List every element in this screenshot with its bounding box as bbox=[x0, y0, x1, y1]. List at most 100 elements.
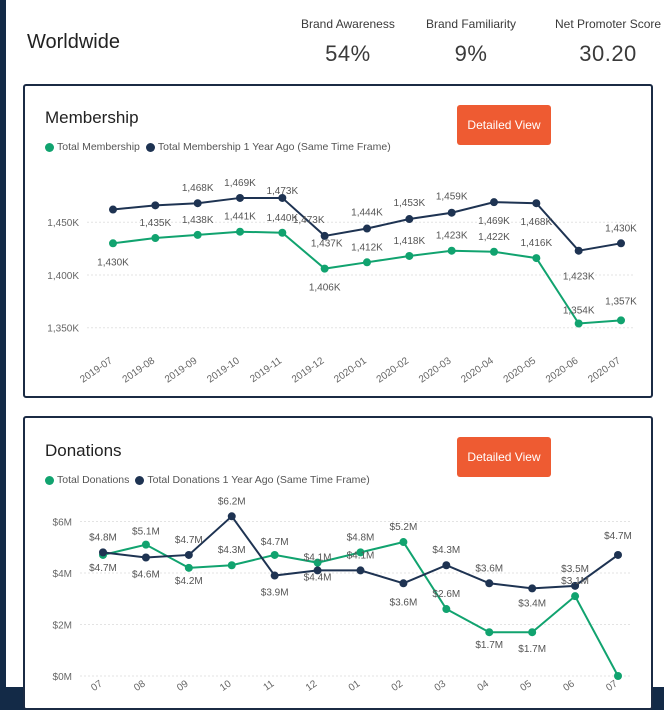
data-label: $3.9M bbox=[261, 588, 289, 599]
x-tick-label: 2019-09 bbox=[163, 355, 200, 385]
data-point bbox=[442, 605, 451, 614]
x-tick-label: 2019-12 bbox=[290, 355, 327, 385]
x-tick-label: 2019-11 bbox=[248, 355, 284, 385]
data-label: 1,430K bbox=[97, 257, 129, 268]
data-label: $4.7M bbox=[89, 563, 117, 574]
data-point bbox=[485, 628, 494, 637]
y-tick-label: 1,350K bbox=[47, 324, 79, 335]
data-point bbox=[528, 584, 537, 593]
data-label: $3.5M bbox=[561, 564, 589, 575]
y-tick-label: 1,450K bbox=[47, 218, 79, 229]
data-point bbox=[485, 579, 494, 588]
x-tick-label: 04 bbox=[476, 678, 492, 694]
data-label: $1.7M bbox=[518, 644, 546, 655]
dashboard: Worldwide Brand Awareness 54% Brand Fami… bbox=[6, 0, 664, 710]
data-label: 1,423K bbox=[436, 231, 468, 242]
data-point bbox=[151, 234, 160, 243]
data-label: 1,459K bbox=[436, 192, 468, 203]
data-point bbox=[109, 239, 117, 248]
region-title: Worldwide bbox=[27, 31, 120, 53]
data-label: $4.3M bbox=[218, 545, 246, 556]
data-label: $4.7M bbox=[261, 537, 289, 548]
data-point bbox=[399, 579, 408, 588]
data-label: $4.4M bbox=[304, 573, 332, 584]
data-point bbox=[227, 561, 236, 570]
data-label: $3.4M bbox=[518, 598, 546, 609]
data-point bbox=[151, 201, 160, 210]
data-label: $3.1M bbox=[561, 576, 589, 587]
data-label: 1,453K bbox=[393, 198, 425, 209]
data-label: 1,473K bbox=[266, 186, 298, 197]
data-point bbox=[405, 215, 414, 224]
data-point bbox=[490, 247, 498, 256]
kpi-brand-familiarity: Brand Familiarity 9% bbox=[426, 17, 516, 67]
data-point bbox=[447, 208, 456, 217]
kpi-value: 9% bbox=[454, 41, 488, 66]
data-point bbox=[193, 230, 202, 239]
data-point bbox=[363, 258, 371, 267]
data-label: 1,412K bbox=[351, 242, 383, 253]
data-label: 1,416K bbox=[520, 238, 552, 249]
data-point bbox=[278, 228, 287, 237]
data-point bbox=[184, 563, 193, 572]
data-point bbox=[363, 224, 371, 233]
data-point bbox=[99, 548, 107, 557]
data-point bbox=[141, 553, 150, 562]
data-label: $1.7M bbox=[475, 640, 503, 651]
kpi-label: Brand Awareness bbox=[301, 17, 395, 31]
data-label: 1,468K bbox=[182, 183, 214, 194]
data-point bbox=[320, 264, 329, 273]
x-tick-label: 03 bbox=[433, 678, 449, 694]
data-label: 1,430K bbox=[605, 223, 637, 234]
y-tick-label: 1,400K bbox=[47, 271, 79, 282]
data-label: 1,444K bbox=[351, 208, 383, 219]
data-point bbox=[614, 672, 622, 680]
data-point bbox=[442, 561, 451, 570]
x-tick-label: 2019-10 bbox=[205, 355, 242, 385]
data-label: $4.3M bbox=[432, 545, 460, 556]
data-point bbox=[574, 246, 583, 255]
data-label: 1,422K bbox=[478, 232, 510, 243]
membership-card: Membership Detailed View Total Membershi… bbox=[23, 84, 653, 398]
kpi-label: Brand Familiarity bbox=[426, 17, 517, 31]
x-tick-label: 2019-08 bbox=[121, 355, 158, 385]
data-label: 1,473K bbox=[293, 215, 325, 226]
y-tick-label: $6M bbox=[53, 517, 72, 528]
data-label: 1,357K bbox=[605, 296, 637, 307]
data-label: 1,469K bbox=[478, 216, 510, 227]
x-tick-label: 2020-02 bbox=[375, 355, 412, 385]
data-label: $4.8M bbox=[89, 532, 117, 543]
data-point bbox=[270, 550, 279, 559]
data-label: $5.2M bbox=[390, 522, 418, 533]
data-point bbox=[617, 316, 625, 325]
x-tick-label: 2020-04 bbox=[459, 355, 496, 385]
data-label: 1,438K bbox=[182, 215, 214, 226]
data-point bbox=[236, 227, 244, 236]
y-tick-label: $4M bbox=[53, 569, 72, 580]
data-label: 1,441K bbox=[224, 212, 256, 223]
x-tick-label: 2020-07 bbox=[586, 355, 623, 385]
x-tick-label: 01 bbox=[347, 678, 363, 694]
kpi-value: 30.20 bbox=[579, 41, 637, 66]
data-label: $3.6M bbox=[390, 597, 418, 608]
data-label: $5.1M bbox=[132, 527, 160, 538]
data-point bbox=[270, 571, 279, 580]
data-label: 1,423K bbox=[563, 272, 595, 283]
x-tick-label: 07 bbox=[89, 678, 105, 694]
data-point bbox=[614, 550, 622, 559]
data-point bbox=[532, 199, 541, 208]
data-label: 1,437K bbox=[311, 239, 343, 250]
x-tick-label: 11 bbox=[262, 678, 277, 693]
data-label: 1,468K bbox=[520, 217, 552, 228]
data-label: 1,406K bbox=[309, 283, 341, 294]
data-point bbox=[399, 538, 408, 547]
data-label: $4.8M bbox=[347, 532, 375, 543]
data-point bbox=[236, 193, 244, 202]
data-label: 1,435K bbox=[139, 218, 171, 229]
y-tick-label: $0M bbox=[53, 672, 72, 683]
donations-chart: $0M $2M $4M $6M 07 08 09 10 11 12 01 02 03 04 05 06 07 $4… bbox=[53, 496, 632, 694]
x-tick-label: 2020-03 bbox=[417, 355, 454, 385]
x-tick-label: 08 bbox=[132, 678, 148, 694]
data-point bbox=[617, 239, 625, 248]
x-tick-label: 05 bbox=[518, 678, 534, 694]
